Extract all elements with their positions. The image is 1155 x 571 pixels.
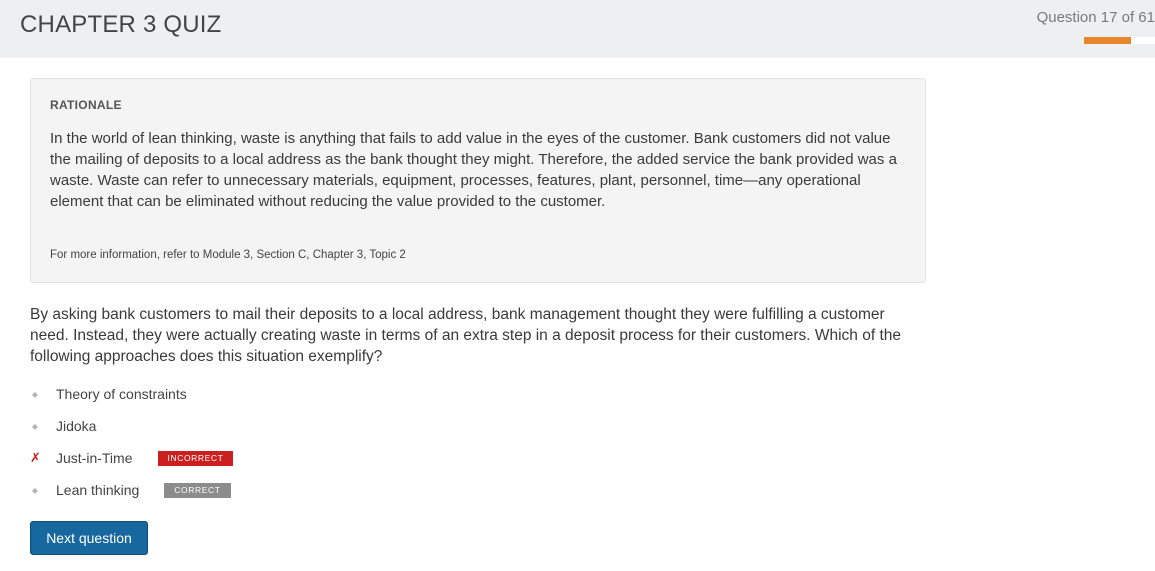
- rationale-panel: RATIONALE In the world of lean thinking,…: [30, 78, 926, 283]
- answer-option[interactable]: ◆ Theory of constraints: [30, 383, 430, 405]
- answer-label[interactable]: Jidoka: [56, 418, 96, 434]
- quiz-header: CHAPTER 3 QUIZ Question 17 of 61: [0, 0, 1155, 58]
- x-mark-icon: ✗: [30, 450, 41, 465]
- incorrect-badge: INCORRECT: [157, 450, 234, 466]
- answer-option[interactable]: ◆ Lean thinking CORRECT: [30, 479, 430, 501]
- rationale-reference: For more information, refer to Module 3,…: [50, 249, 406, 261]
- diamond-bullet-icon: ◆: [31, 485, 39, 495]
- question-text: By asking bank customers to mail their d…: [30, 306, 902, 365]
- rationale-body: In the world of lean thinking, waste is …: [50, 130, 897, 210]
- next-question-button[interactable]: Next question: [30, 521, 148, 555]
- progress-bar-fill: [1084, 37, 1131, 44]
- quiz-title: CHAPTER 3 QUIZ: [20, 11, 222, 38]
- answer-label[interactable]: Just-in-Time: [56, 450, 133, 466]
- answer-label[interactable]: Lean thinking: [56, 482, 139, 498]
- rationale-heading: RATIONALE: [50, 98, 122, 112]
- answer-option[interactable]: ✗ Just-in-Time INCORRECT: [30, 447, 430, 469]
- answer-label[interactable]: Theory of constraints: [56, 386, 187, 402]
- answer-option[interactable]: ◆ Jidoka: [30, 415, 430, 437]
- progress-bar: [1084, 37, 1155, 44]
- question-progress-text: Question 17 of 61: [1036, 9, 1155, 26]
- correct-badge: CORRECT: [164, 482, 231, 498]
- diamond-bullet-icon: ◆: [31, 389, 39, 399]
- diamond-bullet-icon: ◆: [31, 421, 39, 431]
